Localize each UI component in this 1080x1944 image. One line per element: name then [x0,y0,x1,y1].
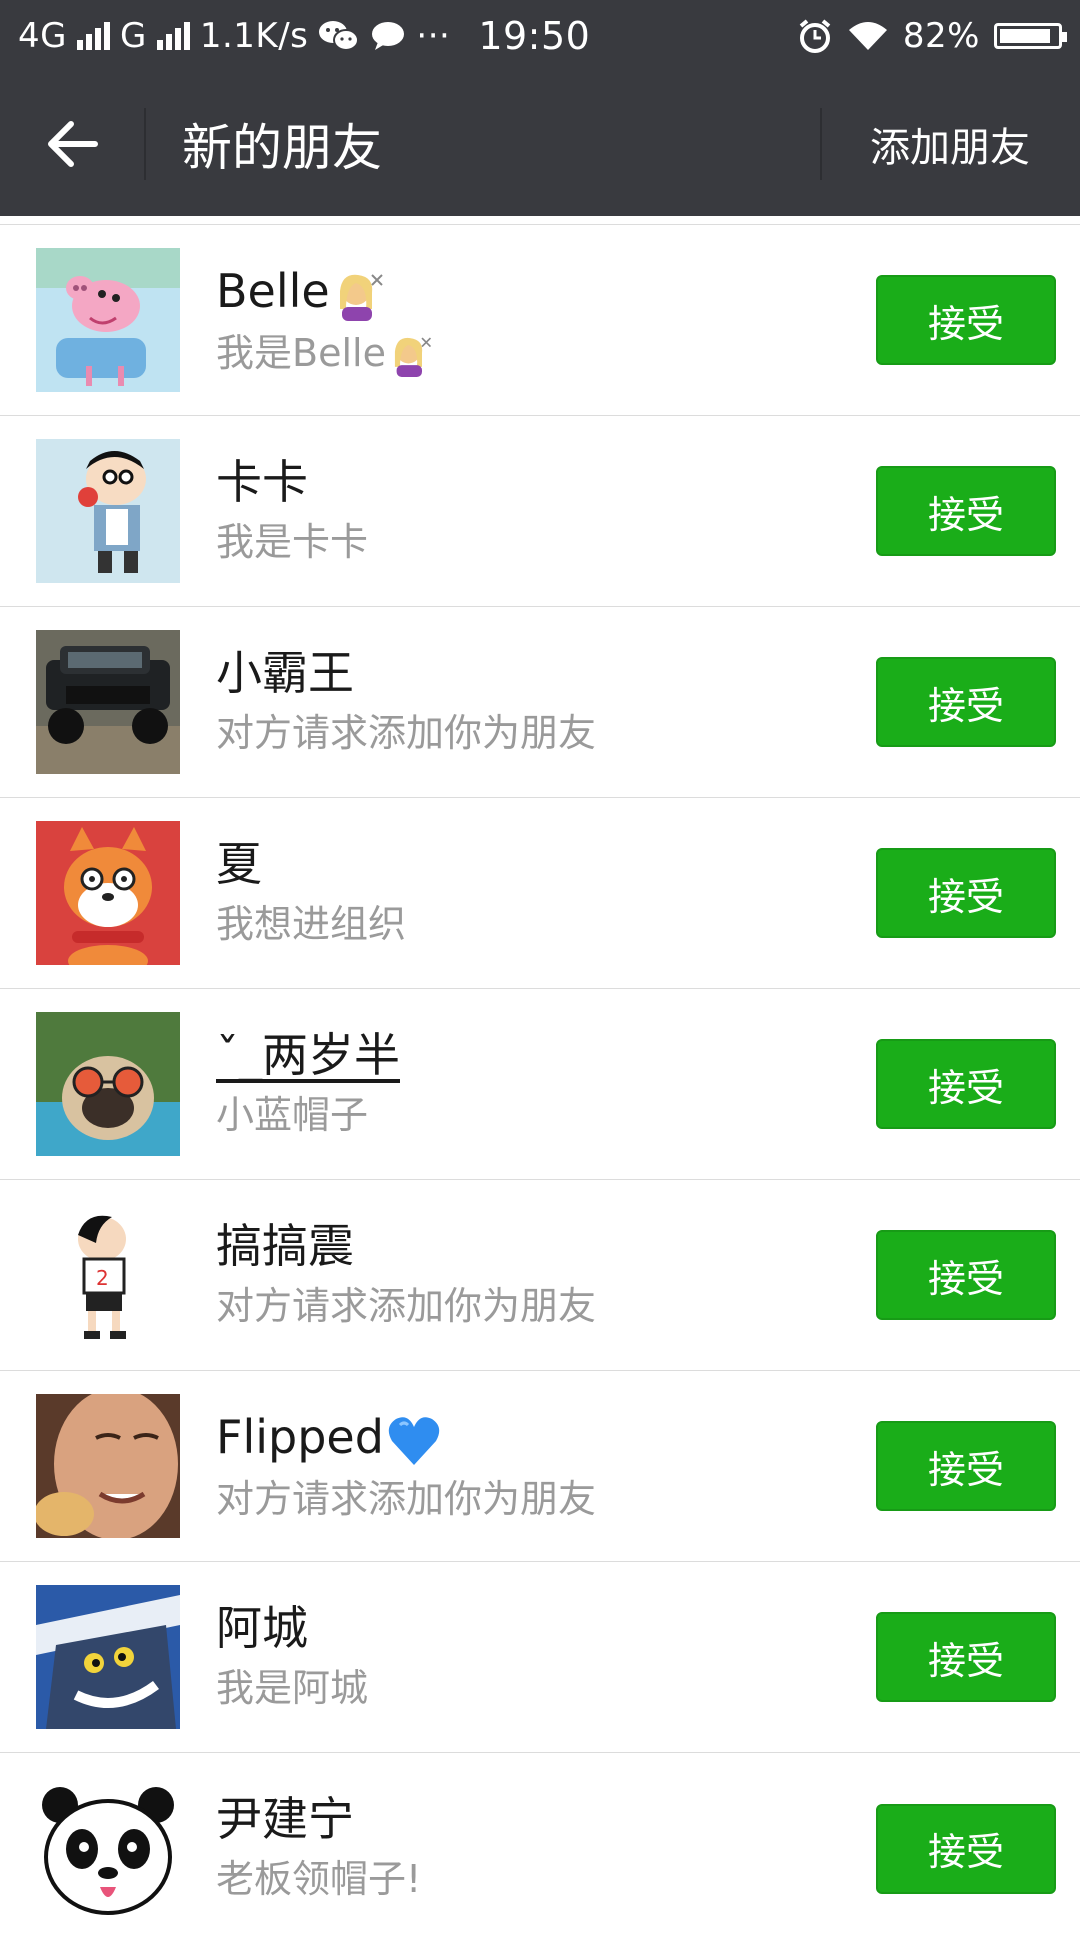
avatar[interactable]: 2 [36,1203,180,1347]
chat-bubble-icon [372,22,405,50]
tom-cat-avatar [36,1585,180,1729]
avatar[interactable] [36,1585,180,1729]
more-notifications: ··· [416,16,451,56]
network-speed: 1.1K/s [199,16,309,56]
contact-name-text: Flipped [216,1410,384,1464]
network-type-2: G [119,16,147,56]
request-message: 老板领帽子! [216,1857,422,1901]
list-item[interactable]: 小霸王 对方请求添加你为朋友 接受 [0,607,1080,798]
accept-button[interactable]: 接受 [876,657,1056,747]
request-texts: 阿城 我是阿城 [216,1600,780,1716]
svg-text:2: 2 [96,1266,109,1290]
list-item[interactable]: 阿城 我是阿城 接受 [0,1562,1080,1753]
avatar[interactable] [36,1776,180,1921]
accept-button[interactable]: 接受 [876,1421,1056,1511]
girl-photo-avatar [36,1394,180,1538]
avatar[interactable] [36,630,180,774]
battery-percent: 82% [902,16,980,56]
request-texts: 卡卡 我是卡卡 [216,454,780,570]
request-texts: 小霸王 对方请求添加你为朋友 [216,645,780,761]
pickup-truck-avatar [36,630,180,774]
clock: 19:50 [478,14,591,58]
request-texts: Belle 我是Belle [216,263,780,381]
list-item[interactable]: 2 搞搞震 对方请求添加你为朋友 接受 [0,1180,1080,1371]
list-item[interactable]: 卡卡 我是卡卡 接受 [0,416,1080,607]
accept-button[interactable]: 接受 [876,1039,1056,1129]
peppa-pig-avatar [36,248,180,392]
avatar[interactable] [36,821,180,965]
request-message: 对方请求添加你为朋友 [216,711,597,755]
hairdresser-emoji [339,273,383,321]
contact-name: Flipped [216,1409,780,1467]
battery-icon [994,23,1067,49]
wifi-icon [848,22,887,50]
avatar[interactable] [36,248,180,392]
avatar[interactable] [36,1394,180,1538]
avatar[interactable] [36,439,180,583]
accept-button[interactable]: 接受 [876,1230,1056,1320]
add-friend-button[interactable]: 添加朋友 [820,72,1080,216]
request-message: 我想进组织 [216,902,407,946]
wechat-icon [319,21,360,51]
request-texts: 搞搞震 对方请求添加你为朋友 [216,1218,780,1334]
avatar[interactable] [36,1012,180,1156]
request-message-text: 我是Belle [216,330,386,375]
contact-name: 卡卡 [216,455,308,509]
app-header: 新的朋友 添加朋友 [0,72,1080,216]
status-left: 4G G 1.1K/s ··· 19:50 [18,14,590,58]
cartoon-boy-avatar [36,439,180,583]
status-bar: 4G G 1.1K/s ··· 19:50 82% [0,0,1080,72]
status-right: 82% [797,16,1067,56]
accept-button[interactable]: 接受 [876,1612,1056,1702]
contact-name: 阿城 [216,1601,308,1655]
friend-request-list: Belle 我是Belle 接受 卡卡 我是卡卡 接受 小霸王 对方请求添加你为… [0,216,1080,1944]
request-texts: ˇ_两岁半 小蓝帽子 [216,1027,780,1143]
signal-icon-2 [156,22,190,50]
list-item[interactable]: 夏 我想进组织 接受 [0,798,1080,989]
back-arrow-icon [48,121,98,167]
request-texts: Flipped 对方请求添加你为朋友 [216,1409,780,1527]
cartoon-kid-avatar: 2 [36,1203,180,1347]
list-top-divider [0,216,1080,225]
contact-name: 尹建宁 [216,1792,354,1846]
request-texts: 尹建宁 老板领帽子! [216,1791,780,1907]
contact-name: 小霸王 [216,646,354,700]
request-message: 我是卡卡 [216,520,369,564]
accept-button[interactable]: 接受 [876,848,1056,938]
list-item[interactable]: Flipped 对方请求添加你为朋友 接受 [0,1371,1080,1562]
list-item[interactable]: ˇ_两岁半 小蓝帽子 接受 [0,989,1080,1180]
hairdresser-emoji [394,337,432,377]
request-texts: 夏 我想进组织 [216,836,780,952]
contact-name: 搞搞震 [216,1219,354,1273]
request-message: 对方请求添加你为朋友 [216,1476,597,1521]
accept-button[interactable]: 接受 [876,1803,1056,1894]
accept-button[interactable]: 接受 [876,275,1056,365]
network-type-1: 4G [18,16,67,56]
accept-button[interactable]: 接受 [876,466,1056,556]
contact-name: Belle [216,263,780,321]
blue-heart-emoji [388,1416,440,1465]
list-item[interactable]: Belle 我是Belle 接受 [0,225,1080,416]
signal-icon [76,22,110,50]
page-title: 新的朋友 [182,119,382,177]
alarm-icon [799,19,831,53]
list-item[interactable]: 尹建宁 老板领帽子! 接受 [0,1753,1080,1944]
request-message: 小蓝帽子 [216,1093,369,1137]
contact-name-text: Belle [216,264,330,318]
request-message: 我是阿城 [216,1666,369,1710]
contact-name: 夏 [216,837,262,891]
contact-name: ˇ_两岁半 [216,1028,400,1082]
pug-sunglasses-avatar [36,1012,180,1156]
shiba-dog-avatar [36,821,180,965]
request-message: 我是Belle [216,325,780,381]
request-message: 对方请求添加你为朋友 [216,1284,597,1328]
back-button[interactable] [0,72,146,216]
panda-avatar [36,1776,180,1921]
